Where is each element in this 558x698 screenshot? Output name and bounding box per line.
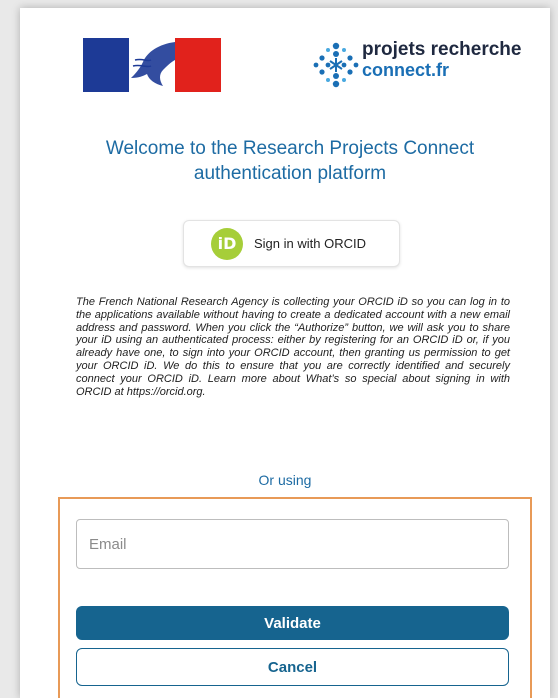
page-title: Welcome to the Research Projects Connect… <box>60 136 520 186</box>
brand-name-line1: projets recherche <box>362 39 522 60</box>
dotted-asterisk-icon <box>313 42 359 88</box>
marianne-flag-logo <box>83 38 221 92</box>
login-card: projets recherche connect.fr Welcome to … <box>20 8 550 698</box>
validate-button[interactable]: Validate <box>76 606 509 640</box>
sign-in-with-orcid-button[interactable]: iD Sign in with ORCID <box>183 220 400 267</box>
brand-logo: projets recherche connect.fr <box>312 38 537 92</box>
page-title-line2: authentication platform <box>193 163 387 184</box>
page-title-line1: Welcome to the Research Projects Connect <box>105 138 475 159</box>
marianne-profile-icon <box>131 42 175 86</box>
brand-name-line2: connect.fr <box>362 60 450 80</box>
or-using-label: Or using <box>258 472 312 488</box>
cancel-button[interactable]: Cancel <box>76 648 509 686</box>
email-field[interactable] <box>76 519 509 569</box>
orcid-button-label: Sign in with ORCID <box>254 236 366 251</box>
orcid-disclaimer-text: The French National Research Agency is c… <box>76 296 510 398</box>
orcid-icon: iD <box>211 227 243 260</box>
